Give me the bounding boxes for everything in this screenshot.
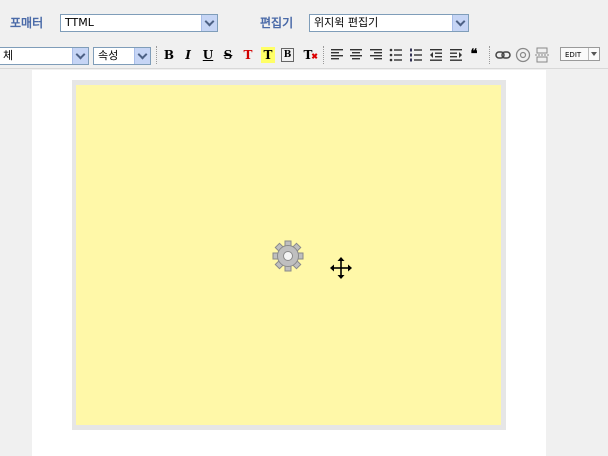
edit-mode-button[interactable]: EDIT [560, 47, 600, 61]
clear-x-icon: ✖ [311, 51, 318, 61]
toolbar-separator [156, 46, 158, 64]
align-left-icon[interactable] [330, 48, 344, 62]
editor-select[interactable]: 위지윅 편집기 [309, 14, 469, 32]
editor-label: 편집기 [260, 16, 294, 30]
attribute-select[interactable]: 속성 [93, 47, 151, 65]
numbered-list-icon[interactable] [409, 48, 423, 62]
text-color-button[interactable]: T [241, 47, 255, 63]
toolbar-separator [323, 46, 325, 64]
chevron-down-icon [201, 15, 217, 31]
gear-icon[interactable] [270, 238, 306, 274]
align-right-icon[interactable] [369, 48, 383, 62]
page-break-icon[interactable] [535, 47, 549, 63]
formatter-select[interactable]: TTML [60, 14, 218, 32]
attribute-value: 속성 [98, 49, 119, 62]
format-toolbar: 체 속성 B I U S T T B T ✖ ❝ EDIT [0, 44, 608, 69]
link-icon[interactable] [495, 48, 511, 62]
bulleted-list-icon[interactable] [389, 48, 403, 62]
outdent-icon[interactable] [429, 48, 443, 62]
formatter-label: 포매터 [10, 16, 44, 30]
font-select[interactable]: 체 [0, 47, 89, 65]
box-button[interactable]: B [281, 48, 294, 62]
indent-icon[interactable] [449, 48, 463, 62]
chevron-down-icon [72, 48, 88, 64]
editor-header: 포매터 TTML 편집기 위지윅 편집기 [0, 0, 608, 40]
move-cursor-icon [330, 257, 352, 279]
edit-mode-label: EDIT [565, 51, 582, 59]
chevron-down-icon [452, 15, 468, 31]
highlight-button[interactable]: T [261, 47, 275, 63]
editor-value: 위지윅 편집기 [314, 16, 379, 29]
chevron-down-icon [588, 48, 599, 60]
media-icon[interactable] [515, 47, 531, 63]
strike-button[interactable]: S [221, 47, 235, 63]
quote-icon[interactable]: ❝ [467, 47, 481, 63]
underline-button[interactable]: U [201, 47, 215, 63]
italic-button[interactable]: I [181, 47, 195, 63]
chevron-down-icon [134, 48, 150, 64]
font-value: 체 [3, 49, 14, 62]
formatter-value: TTML [65, 16, 94, 29]
bold-button[interactable]: B [162, 47, 176, 63]
toolbar-separator [489, 46, 491, 64]
align-center-icon[interactable] [349, 48, 363, 62]
clear-format-button[interactable]: T ✖ [301, 47, 318, 63]
